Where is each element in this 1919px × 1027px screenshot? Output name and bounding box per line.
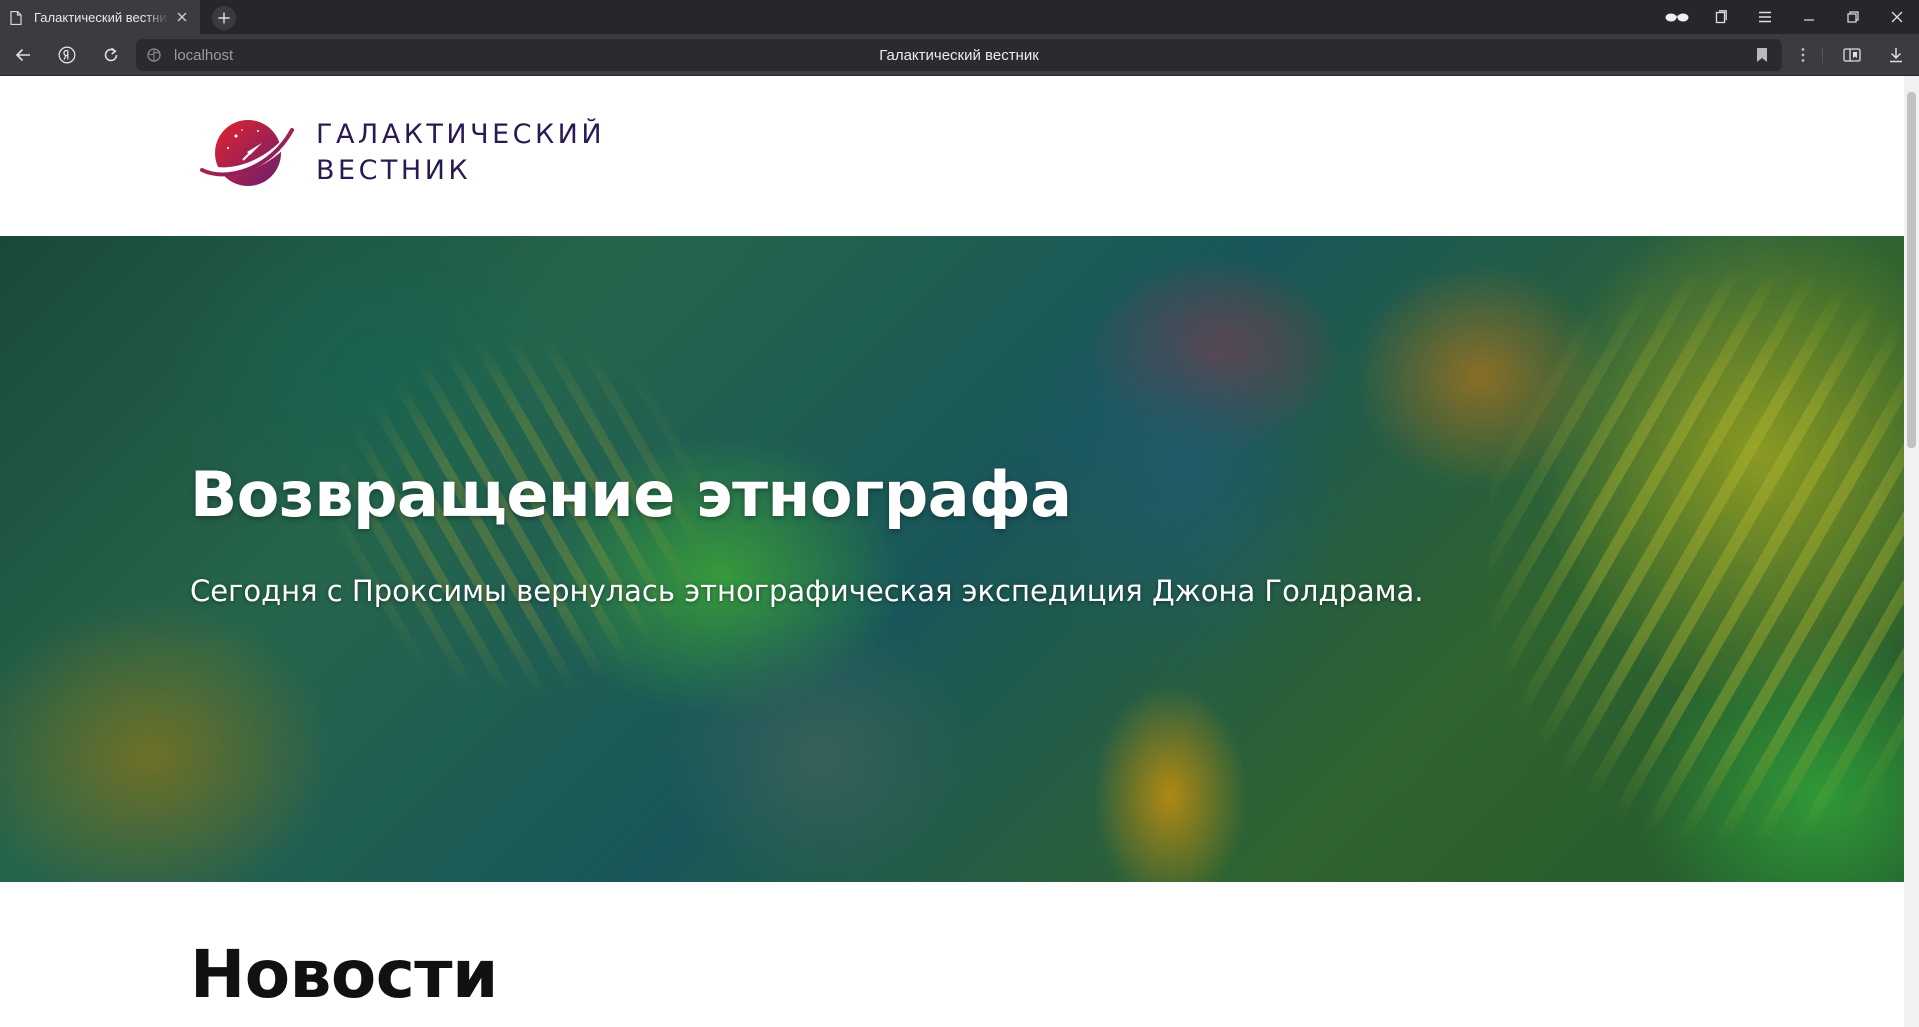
tab-close-icon[interactable] <box>175 9 190 25</box>
site-logo[interactable]: ГАЛАКТИЧЕСКИЙ ВЕСТНИК <box>198 116 605 190</box>
menu-icon[interactable] <box>1743 0 1787 34</box>
reader-glasses-icon[interactable] <box>1655 0 1699 34</box>
page-icon <box>10 10 22 26</box>
yandex-icon[interactable] <box>54 42 80 68</box>
bookmark-icon[interactable] <box>1756 47 1768 67</box>
logo-text: ГАЛАКТИЧЕСКИЙ ВЕСТНИК <box>316 117 605 189</box>
close-window-icon[interactable] <box>1875 0 1919 34</box>
logo-line-2: ВЕСТНИК <box>316 155 472 186</box>
news-heading: Новости <box>190 936 498 1013</box>
browser-tabbar: Галактический вестник <box>0 0 1919 34</box>
hero-title[interactable]: Возвращение этнографа <box>190 458 1072 531</box>
minimize-icon[interactable] <box>1787 0 1831 34</box>
tab-title: Галактический вестник <box>34 9 169 25</box>
page-scrollbar[interactable] <box>1904 76 1919 1027</box>
logo-line-1: ГАЛАКТИЧЕСКИЙ <box>316 119 606 150</box>
back-arrow-icon[interactable] <box>10 42 36 68</box>
hero-image-overlay <box>0 236 1904 882</box>
collections-icon[interactable] <box>1699 0 1743 34</box>
reload-icon[interactable] <box>98 42 124 68</box>
window-controls <box>1655 0 1919 34</box>
toolbar-divider <box>1822 47 1823 63</box>
browser-tab-active[interactable]: Галактический вестник <box>0 0 200 34</box>
hero-banner[interactable]: Возвращение этнографа Сегодня с Проксимы… <box>0 236 1904 882</box>
download-icon[interactable] <box>1883 42 1909 68</box>
site-header: ГАЛАКТИЧЕСКИЙ ВЕСТНИК <box>0 76 1904 236</box>
page-title-in-address: Галактический вестник <box>879 47 1039 64</box>
planet-rocket-logo-icon <box>200 120 294 186</box>
new-tab-button[interactable] <box>212 6 236 30</box>
address-bar[interactable]: localhost Галактический вестник <box>136 39 1782 71</box>
hero-lead: Сегодня с Проксимы вернулась этнографиче… <box>190 574 1424 608</box>
browser-toolbar: localhost Галактический вестник <box>0 34 1919 76</box>
scrollbar-thumb[interactable] <box>1907 92 1916 448</box>
page-viewport: ГАЛАКТИЧЕСКИЙ ВЕСТНИК Возвращение этногр… <box>0 76 1904 1027</box>
bookmarks-panel-icon[interactable] <box>1839 42 1865 68</box>
more-vertical-icon[interactable] <box>1790 42 1816 68</box>
restore-icon[interactable] <box>1831 0 1875 34</box>
